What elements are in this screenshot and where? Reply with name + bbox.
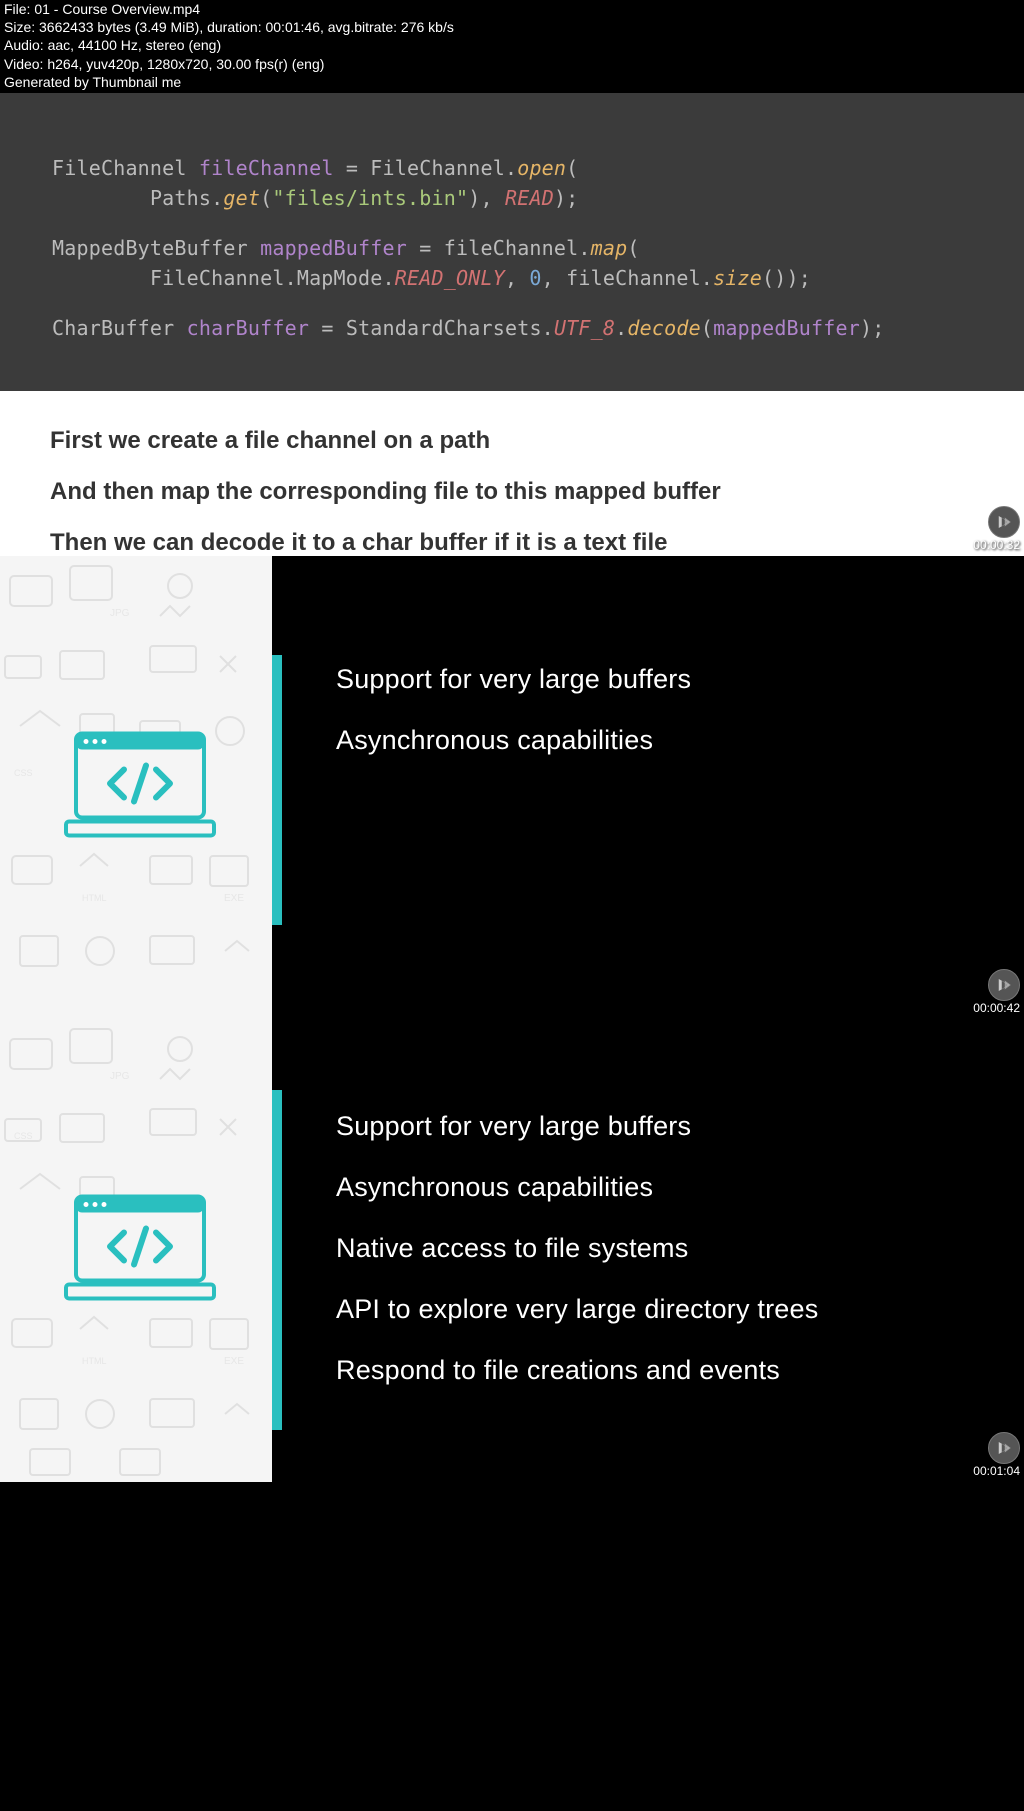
svg-text:EXE: EXE [224,893,244,904]
timestamp-badge: 00:00:32 [973,506,1020,552]
timestamp-text: 00:00:42 [973,1001,1020,1015]
svg-text:CSS: CSS [14,768,33,778]
svg-text:JPG: JPG [110,608,130,619]
svg-text:JPG: JPG [110,1071,130,1082]
svg-text:CSS: CSS [14,1131,33,1141]
laptop-icon [62,730,218,845]
bullet-item: API to explore very large directory tree… [336,1294,984,1325]
bullet-item: Respond to file creations and events [336,1355,984,1386]
bullet-item: Support for very large buffers [336,1111,984,1142]
code-line: FileChannel fileChannel = FileChannel.op… [52,153,1008,183]
timestamp-text: 00:00:32 [973,538,1020,552]
bullet-item: Native access to file systems [336,1233,984,1264]
timestamp-badge: 00:01:04 [973,1432,1020,1478]
bullet-item: Support for very large buffers [336,664,984,695]
meta-size: Size: 3662433 bytes (3.49 MiB), duration… [4,18,1020,36]
play-icon[interactable] [988,1432,1020,1464]
code-block: FileChannel fileChannel = FileChannel.op… [0,93,1024,391]
play-icon[interactable] [988,969,1020,1001]
accent-bar [272,1090,282,1430]
explain-line: And then map the corresponding file to t… [50,472,974,513]
bullet-list: Support for very large buffers Asynchron… [336,1111,984,1386]
laptop-icon [62,1193,218,1308]
code-line: FileChannel.MapMode.READ_ONLY, 0, fileCh… [52,263,1008,293]
slide-content: Support for very large buffers Asynchron… [282,1019,1024,1482]
thumbnail-frame-3: JPG EXE HTML CSS Support for very large … [0,1019,1024,1482]
meta-generator: Generated by Thumbnail me [4,73,1020,91]
bullet-item: Asynchronous capabilities [336,1172,984,1203]
svg-text:EXE: EXE [224,1356,244,1367]
explain-line: First we create a file channel on a path [50,421,974,462]
meta-audio: Audio: aac, 44100 Hz, stereo (eng) [4,36,1020,54]
bullet-list: Support for very large buffers Asynchron… [336,664,984,756]
timestamp-badge: 00:00:42 [973,969,1020,1015]
slide-illustration-panel: JPG EXE HTML CSS [0,1019,272,1482]
thumbnail-frame-1: FileChannel fileChannel = FileChannel.op… [0,93,1024,556]
code-line: MappedByteBuffer mappedBuffer = fileChan… [52,233,1008,263]
accent-bar [272,655,282,925]
svg-text:HTML: HTML [82,1356,107,1366]
code-line: CharBuffer charBuffer = StandardCharsets… [52,313,1008,343]
code-line: Paths.get("files/ints.bin"), READ); [52,183,1008,213]
meta-video: Video: h264, yuv420p, 1280x720, 30.00 fp… [4,55,1020,73]
bullet-item: Asynchronous capabilities [336,725,984,756]
svg-text:HTML: HTML [82,893,107,903]
timestamp-text: 00:01:04 [973,1464,1020,1478]
slide-illustration-panel: JPG EXE HTML CSS [0,556,272,1019]
meta-file: File: 01 - Course Overview.mp4 [4,0,1020,18]
play-icon[interactable] [988,506,1020,538]
slide-content: Support for very large buffers Asynchron… [282,556,1024,1019]
thumbnail-frame-2: JPG EXE HTML CSS Support for very large … [0,556,1024,1019]
file-metadata-header: File: 01 - Course Overview.mp4 Size: 366… [0,0,1024,93]
